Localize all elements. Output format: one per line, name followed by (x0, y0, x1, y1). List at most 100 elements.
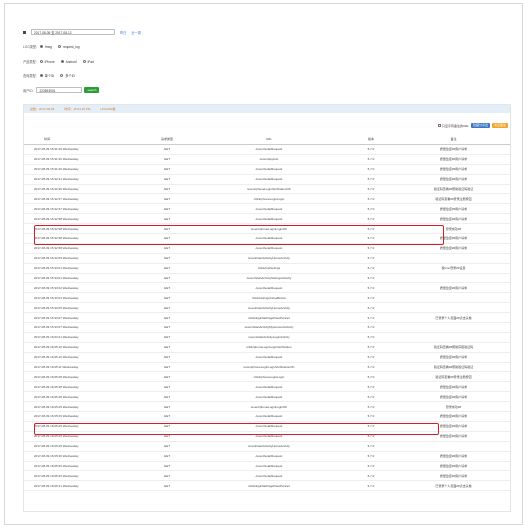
log-type-option[interactable]: request_log (57, 45, 80, 49)
cell-method: GET (141, 342, 193, 353)
cell-url: /click/phoneLoginLogin (193, 193, 345, 205)
col-header-remark: 备注 (397, 133, 510, 145)
table-row: 2017-08-09 16:05:29 Wednesday GET/event/p… (24, 401, 510, 413)
cell-url: /event/solarRequest (193, 391, 345, 403)
table-row: 2017-08-09 16:05:29 Wednesday GET/event/s… (24, 441, 510, 452)
cell-time: 2017-08-09 16:05:29 Wednesday (24, 441, 141, 452)
cell-url: /event/solarRequest (193, 164, 345, 175)
clear-remarks-button[interactable]: 清空备注 (491, 123, 508, 128)
cell-url: /event/solarRequest (193, 203, 345, 215)
results-panel: 总数：2017-08-05 时间：15:31:26 PM UNCATE数 只显示… (23, 104, 511, 512)
cell-version: 5.7.0 (345, 352, 397, 363)
table-row: 2017-08-09 15:32:35 Wednesday GET/event/p… (24, 184, 510, 195)
cell-method: GET (141, 193, 193, 205)
yesterday-link[interactable]: 昨日 (120, 30, 126, 35)
cell-remark: 质量监控##用户请求 (397, 203, 510, 215)
cell-method: GET (141, 302, 193, 314)
cell-version: 5.7.0 (345, 302, 397, 314)
table-row: 2017-08-09 16:05:11 Wednesday GET/event/p… (24, 362, 510, 373)
search-button[interactable]: search (84, 87, 100, 93)
query-type-option[interactable]: 多个ID (60, 73, 75, 78)
table-row: 2017-08-09 16:05:10 Wednesday GET/click/p… (24, 342, 510, 353)
checkbox-icon[interactable] (437, 124, 441, 127)
cell-remark: 质量监控##用户请求 (397, 352, 510, 363)
table-actions: 只显示有备注的URL 隐藏分享出 清空备注 (437, 123, 508, 128)
cell-remark: 已登录个人页面##点击头像 (397, 480, 510, 492)
cell-version: 5.7.0 (345, 461, 397, 472)
table-row: 2017-08-09 15:32:58 Wednesday GET/event/s… (24, 213, 510, 225)
cell-method: GET (141, 470, 193, 482)
user-id-row: 用户ID: 223593931 search (23, 87, 100, 93)
cell-remark: 质量监控##用户请求 (397, 381, 510, 393)
cell-remark: 验证码查看##帮助验证码验证 (397, 184, 510, 195)
cell-method: GET (141, 411, 193, 422)
cell-url: /click/settingsCloseButton (193, 292, 345, 304)
log-type-label: LOG类型: (23, 45, 37, 49)
cell-method: GET (141, 213, 193, 225)
cell-time: 2017-08-09 15:32:58 Wednesday (24, 213, 141, 225)
cell-version: 5.7.0 (345, 203, 397, 215)
table-row: 2017-08-09 16:05:28 Wednesday GET/event/s… (24, 381, 510, 393)
export-button[interactable]: 隐藏分享出 (470, 123, 490, 128)
cell-method: GET (141, 480, 193, 492)
cell-time: 2017-08-09 16:03:21 Wednesday (24, 332, 141, 343)
cell-version: 5.7.0 (345, 312, 397, 324)
cell-remark (397, 273, 510, 284)
table-row: 2017-08-09 15:32:37 Wednesday GET/event/s… (24, 203, 510, 215)
cell-url: /event/startActivityHomeActivity (193, 441, 345, 452)
cell-method: GET (141, 164, 193, 175)
cell-remark: 质量监控##用户请求 (397, 174, 510, 185)
cell-url: /event/solarRequest (193, 282, 345, 294)
col-header-method: 请求类型 (141, 133, 193, 145)
cell-url: /event/solarRequest (193, 352, 345, 363)
cell-url: /click/loginMePagePassPortrait (193, 312, 345, 324)
cell-remark: 质量监控##用户请求 (397, 144, 510, 155)
cell-time: 2017-08-09 16:05:31 Wednesday (24, 480, 141, 492)
cell-time: 2017-08-09 16:05:29 Wednesday (24, 401, 141, 413)
table-row: 2017-08-09 16:05:29 Wednesday GET/event/s… (24, 411, 510, 422)
table-row: 2017-08-09 15:32:59 Wednesday GET/event/s… (24, 253, 510, 264)
date-range-input[interactable]: 2017-08-05 至 2017-08-12 (31, 29, 115, 35)
last-week-link[interactable]: 近一周 (131, 30, 141, 35)
cell-url: /event/solarRequest (193, 411, 345, 422)
cell-method: GET (141, 451, 193, 462)
summary-item: UNCATE数 (100, 107, 116, 111)
cell-time: 2017-08-09 15:31:26 Wednesday (24, 144, 141, 155)
summary-item: 时间：15:31:26 PM (64, 107, 91, 111)
query-type-option[interactable]: 单个ID (39, 73, 54, 78)
cell-time: 2017-08-09 15:33:01 Wednesday (24, 263, 141, 274)
cell-remark: 我Icon登录##设置 (397, 263, 510, 274)
cell-version: 5.7.0 (345, 282, 397, 294)
cell-url: /event/phoneLoginLoginVerificationOK (193, 362, 345, 373)
cell-version: 5.7.0 (345, 184, 397, 195)
cell-method: GET (141, 312, 193, 324)
table-row: 2017-08-09 16:05:30 Wednesday GET/event/s… (24, 461, 510, 472)
table-header-row: 时间 请求类型 URL 版本 备注 (24, 133, 510, 145)
radio-checked-icon (40, 45, 43, 48)
cell-url: /event/startActivityLoginActivity (193, 332, 345, 343)
cell-method: GET (141, 144, 193, 155)
table-row: 2017-08-09 15:31:26 Wednesday GET/event/a… (24, 154, 510, 165)
product-option[interactable]: Android (60, 60, 77, 64)
table-row: 2017-08-09 15:31:26 Wednesday GET/event/s… (24, 164, 510, 175)
table-row: 2017-08-09 16:05:10 Wednesday GET/event/s… (24, 352, 510, 363)
query-type-label: 查询类型: (23, 74, 37, 78)
cell-remark: 质量监控##用户请求 (397, 470, 510, 482)
log-type-option[interactable]: fmsg (40, 45, 52, 49)
product-option[interactable]: iPhone (39, 60, 55, 64)
cell-url: /event/startActivityHomeActivity (193, 253, 345, 264)
log-type-row: LOG类型: fmsg request_log (23, 44, 86, 50)
cell-method: GET (141, 282, 193, 294)
user-id-input[interactable]: 223593931 (36, 87, 83, 93)
cell-method: GET (141, 332, 193, 343)
cell-time: 2017-08-09 15:32:37 Wednesday (24, 193, 141, 205)
cell-method: GET (141, 263, 193, 274)
table-row: 2017-08-09 15:33:05 Wednesday GET/event/s… (24, 302, 510, 314)
summary-bar: 总数：2017-08-05 时间：15:31:26 PM UNCATE数 (24, 105, 510, 113)
product-type-label: 产品类型: (23, 60, 37, 64)
table-row: 2017-08-09 15:31:26 Wednesday GET/event/s… (24, 144, 510, 155)
product-option[interactable]: iPad (82, 60, 94, 64)
cell-time: 2017-08-09 15:33:02 Wednesday (24, 282, 141, 294)
cell-url: /event/appList (193, 154, 345, 165)
table-row: 2017-08-09 16:05:30 Wednesday GET/event/s… (24, 451, 510, 462)
